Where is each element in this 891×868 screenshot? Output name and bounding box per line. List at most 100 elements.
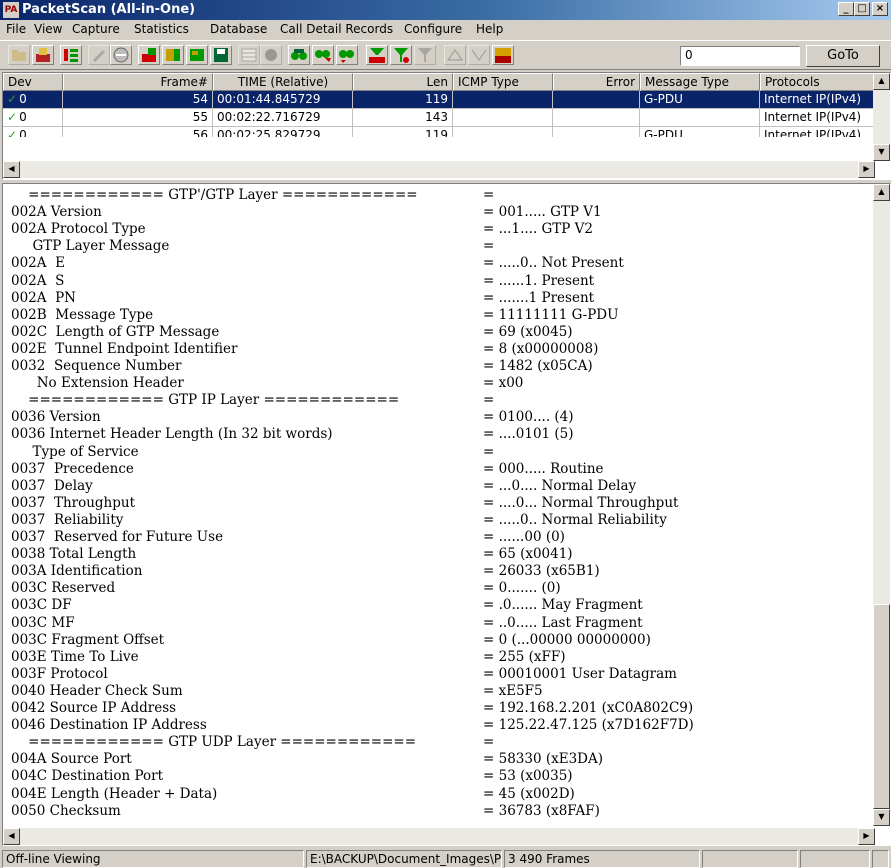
- detail-field-label[interactable]: 003F Protocol: [11, 666, 108, 683]
- packet-list-horizontal-scrollbar[interactable]: ◀ ▶: [3, 161, 875, 178]
- scroll-down-icon[interactable]: ▼: [873, 144, 890, 161]
- scroll-up-icon[interactable]: ▲: [873, 73, 890, 90]
- table-row[interactable]: ✓ 0 55 00:02:22.716729 143 Internet IP(IP…: [3, 109, 875, 127]
- detail-horizontal-scrollbar[interactable]: ◀ ▶: [3, 828, 875, 845]
- menu-help[interactable]: Help: [476, 22, 503, 37]
- detail-field-label[interactable]: 0037 Reserved for Future Use: [11, 529, 223, 546]
- detail-field-label[interactable]: 002A Version: [11, 204, 102, 221]
- menu-capture[interactable]: Capture: [72, 22, 120, 37]
- detail-field-label[interactable]: GTP Layer Message: [11, 238, 169, 255]
- table-row[interactable]: ✓ 0 56 00:02:25.829729 119 G-PDU Internet…: [3, 127, 875, 137]
- apply-filter-icon[interactable]: [390, 45, 412, 65]
- row-protocols: Internet IP(IPv4): [760, 127, 875, 137]
- goto-frame-input[interactable]: 0: [680, 46, 800, 66]
- detail-field-label[interactable]: 0037 Reliability: [11, 512, 123, 529]
- compare-icon[interactable]: [444, 45, 466, 65]
- find-icon[interactable]: [288, 45, 310, 65]
- detail-field-value: = .....0.. Not Present: [483, 255, 624, 272]
- column-message-type[interactable]: Message Type: [640, 73, 760, 91]
- detail-field-label[interactable]: 004C Destination Port: [11, 768, 163, 785]
- detail-field-label[interactable]: 0036 Version: [11, 409, 101, 426]
- menu-view[interactable]: View: [34, 22, 62, 37]
- detail-field-label[interactable]: 0037 Throughput: [11, 495, 135, 512]
- detail-field-label[interactable]: 0037 Precedence: [11, 461, 134, 478]
- detail-field-label[interactable]: 002A E: [11, 255, 65, 272]
- detail-field-label[interactable]: 002E Tunnel Endpoint Identifier: [11, 341, 237, 358]
- scroll-down-icon[interactable]: ▼: [873, 809, 890, 826]
- find-next-icon[interactable]: [312, 45, 334, 65]
- scroll-up-icon[interactable]: ▲: [873, 184, 890, 201]
- row-error: [553, 127, 640, 137]
- menu-database[interactable]: Database: [210, 22, 267, 37]
- detail-field-label[interactable]: 003C Reserved: [11, 580, 115, 597]
- detail-field-label[interactable]: 003C Fragment Offset: [11, 632, 164, 649]
- detail-field-label[interactable]: 004E Length (Header + Data): [11, 786, 217, 803]
- detail-field-value: = 1482 (x05CA): [483, 358, 593, 374]
- column-icmp-type[interactable]: ICMP Type: [453, 73, 553, 91]
- detail-field-label[interactable]: 0040 Header Check Sum: [11, 683, 183, 700]
- scroll-right-icon[interactable]: ▶: [858, 161, 875, 178]
- detail-field-label[interactable]: No Extension Header: [11, 375, 184, 392]
- merge-icon[interactable]: [468, 45, 490, 65]
- row-time: 00:02:22.716729: [213, 109, 353, 127]
- detail-field-label[interactable]: 003A Identification: [11, 563, 142, 580]
- menu-configure[interactable]: Configure: [404, 22, 462, 37]
- column-error[interactable]: Error: [553, 73, 640, 91]
- detail-field-label[interactable]: 0046 Destination IP Address: [11, 717, 207, 734]
- scroll-right-icon[interactable]: ▶: [858, 828, 875, 845]
- column-len[interactable]: Len: [353, 73, 453, 91]
- detail-field-label[interactable]: ============ GTP'/GTP Layer ============: [11, 187, 417, 204]
- detail-field-label[interactable]: 0037 Delay: [11, 478, 93, 495]
- menu-statistics[interactable]: Statistics: [134, 22, 189, 37]
- detail-field-label[interactable]: ============ GTP UDP Layer ============: [11, 734, 416, 751]
- goto-button[interactable]: GoTo: [806, 45, 880, 67]
- stop-icon[interactable]: [110, 45, 132, 65]
- capture-yellow-icon[interactable]: [162, 45, 184, 65]
- detail-field-label[interactable]: 0036 Internet Header Length (In 32 bit w…: [11, 426, 333, 443]
- detail-field-label[interactable]: 0050 Checksum: [11, 803, 121, 820]
- filter-icon[interactable]: [60, 45, 82, 65]
- save-capture-icon[interactable]: [32, 45, 54, 65]
- capture-green-icon[interactable]: [186, 45, 208, 65]
- find-previous-icon[interactable]: [336, 45, 358, 65]
- packet-list-vertical-scrollbar[interactable]: ▲ ▼: [873, 73, 890, 161]
- detail-field-label[interactable]: Type of Service: [11, 444, 138, 461]
- menu-call-detail-records[interactable]: Call Detail Records: [280, 22, 393, 37]
- close-button[interactable]: ×: [872, 2, 888, 16]
- table-view-icon[interactable]: [238, 45, 260, 65]
- detail-field-label[interactable]: 002B Message Type: [11, 307, 153, 324]
- scroll-left-icon[interactable]: ◀: [3, 828, 20, 845]
- column-dev[interactable]: Dev: [3, 73, 63, 91]
- open-file-icon[interactable]: [8, 45, 30, 65]
- detail-field-label[interactable]: 003E Time To Live: [11, 649, 139, 666]
- capture-red-icon[interactable]: [138, 45, 160, 65]
- detail-field-label[interactable]: 002A PN: [11, 290, 76, 307]
- maximize-button[interactable]: □: [854, 2, 870, 16]
- clear-filter-icon[interactable]: [414, 45, 436, 65]
- detail-field-label[interactable]: 0042 Source IP Address: [11, 700, 176, 717]
- save-disk-icon[interactable]: [210, 45, 232, 65]
- detail-field-label[interactable]: ============ GTP IP Layer ============: [11, 392, 399, 409]
- edit-icon[interactable]: [88, 45, 110, 65]
- set-filter-icon[interactable]: [366, 45, 388, 65]
- table-row[interactable]: ✓ 0 54 00:01:44.845729 119 G-PDU Internet…: [3, 91, 875, 109]
- menu-file[interactable]: File: [6, 22, 26, 37]
- minimize-button[interactable]: _: [838, 2, 854, 16]
- detail-field-label[interactable]: 003C MF: [11, 615, 75, 632]
- detail-field-label[interactable]: 003C DF: [11, 597, 72, 614]
- resize-grip-icon[interactable]: [872, 850, 889, 868]
- detail-field-label[interactable]: 002A S: [11, 273, 64, 290]
- column-frame[interactable]: Frame#: [63, 73, 213, 91]
- detail-vertical-scrollbar[interactable]: ▲ ▼: [873, 184, 890, 826]
- scroll-thumb[interactable]: [873, 604, 890, 809]
- detail-field-label[interactable]: 002C Length of GTP Message: [11, 324, 219, 341]
- detail-field-label[interactable]: 0038 Total Length: [11, 546, 136, 563]
- detail-field-label[interactable]: 004A Source Port: [11, 751, 132, 768]
- detail-field-label[interactable]: 002A Protocol Type: [11, 221, 146, 238]
- record-icon[interactable]: [260, 45, 282, 65]
- scroll-left-icon[interactable]: ◀: [3, 161, 20, 178]
- column-protocols[interactable]: Protocols: [760, 73, 875, 91]
- column-time[interactable]: TIME (Relative): [213, 73, 353, 91]
- detail-field-label[interactable]: 0032 Sequence Number: [11, 358, 181, 375]
- pdf-report-icon[interactable]: [492, 45, 514, 65]
